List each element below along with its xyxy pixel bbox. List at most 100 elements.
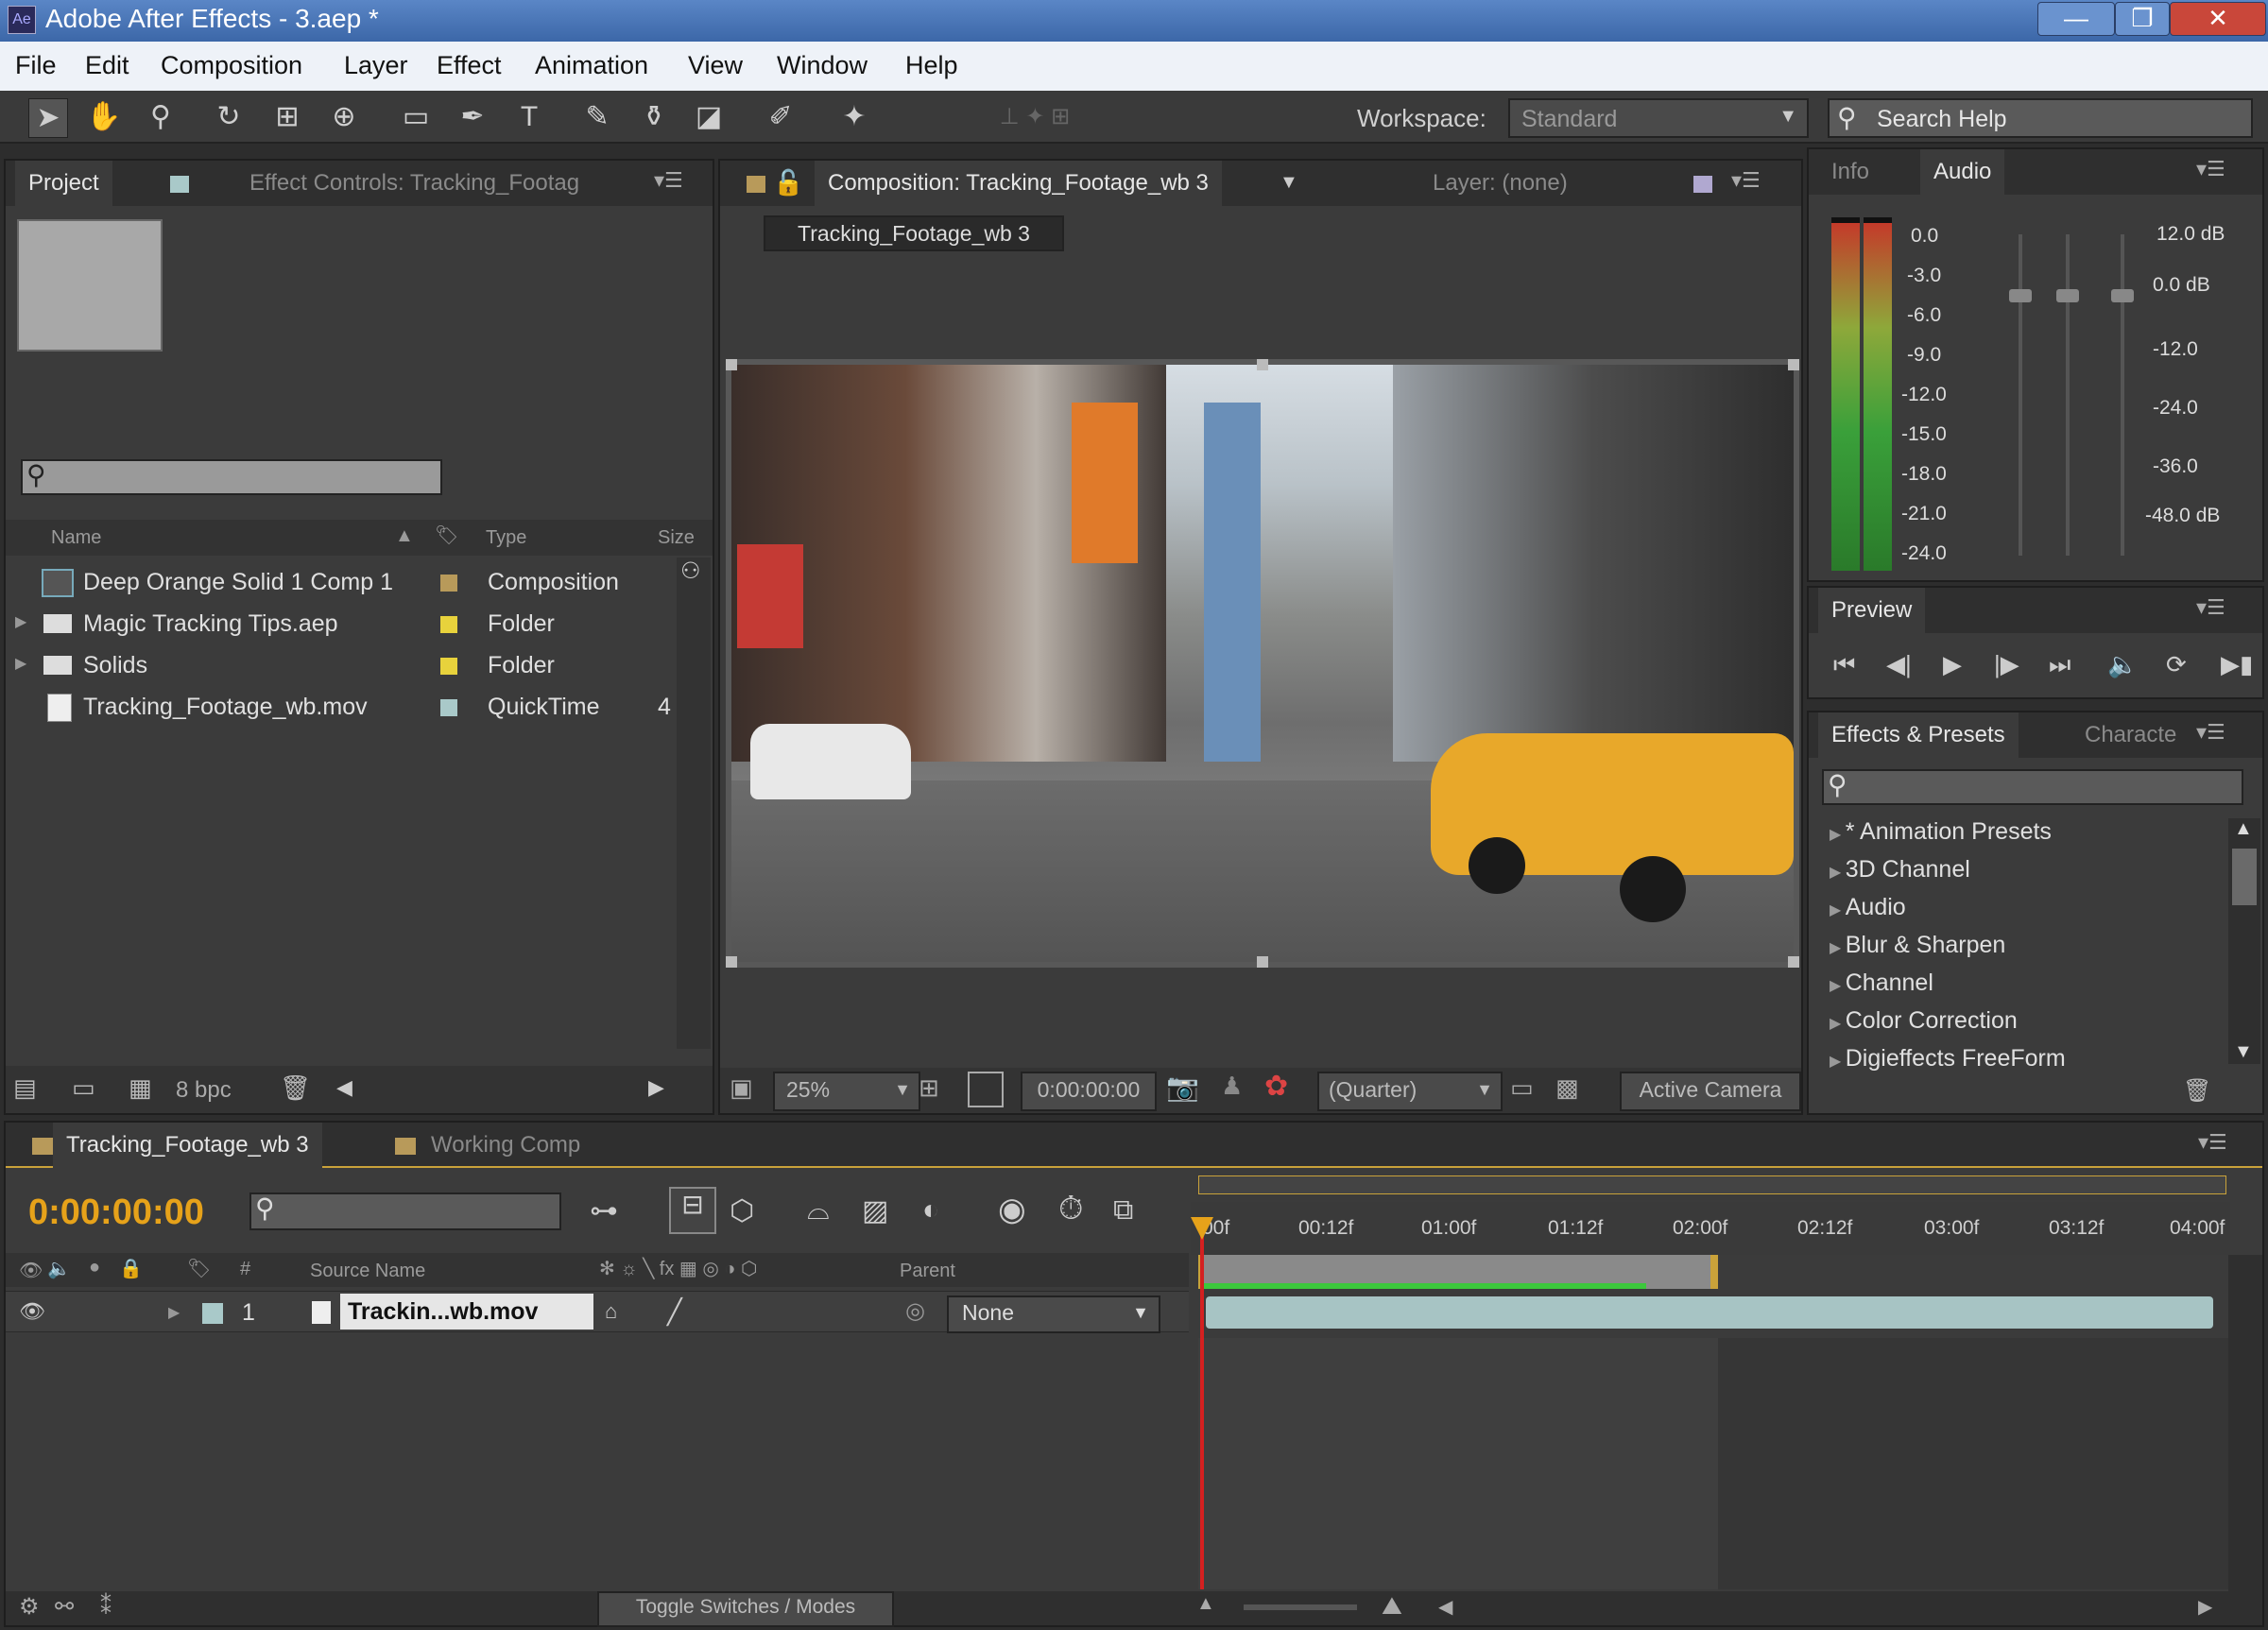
mask-visibility-icon[interactable] xyxy=(968,1072,1004,1107)
camera-tool-icon[interactable]: ⊞ xyxy=(268,98,306,136)
list-item[interactable]: ▶ Digieffects FreeForm xyxy=(1830,1045,2066,1081)
list-item[interactable]: Deep Orange Solid 1 Comp 1 Composition xyxy=(6,561,667,603)
tab-tracking-footage-comp[interactable]: Tracking_Footage_wb 3 xyxy=(53,1123,322,1168)
close-button[interactable]: ✕ xyxy=(2170,2,2266,36)
roto-brush-icon[interactable]: ✐ xyxy=(762,98,799,136)
pen-tool-icon[interactable]: ✒ xyxy=(454,98,491,136)
interpret-footage-icon[interactable]: ▤ xyxy=(13,1073,37,1103)
label-swatch[interactable] xyxy=(202,1303,223,1324)
anchor-handle[interactable] xyxy=(726,359,737,370)
expand-arrow-icon[interactable]: ▶ xyxy=(15,654,26,673)
pick-whip-icon[interactable]: ◎ xyxy=(905,1297,925,1325)
brainstorm-icon[interactable]: ◉ xyxy=(998,1191,1026,1228)
timeline-timecode[interactable]: 0:00:00:00 xyxy=(28,1192,204,1233)
zoom-out-icon[interactable]: ▲ xyxy=(1196,1593,1215,1615)
tab-layer[interactable]: Layer: (none) xyxy=(1419,161,1581,206)
menu-layer[interactable]: Layer xyxy=(344,51,408,80)
color-channels-icon[interactable]: ✿ xyxy=(1264,1070,1288,1103)
list-item[interactable]: ▶ Channel xyxy=(1830,969,1933,1005)
shy-switch-icon[interactable]: ⌂ xyxy=(605,1299,617,1324)
play-icon[interactable]: ▶ xyxy=(1943,650,1962,679)
search-help-field[interactable]: ⚲ Search Help xyxy=(1828,98,2253,138)
anchor-handle[interactable] xyxy=(1257,359,1268,370)
trash-icon[interactable]: 🗑 xyxy=(2183,1077,2211,1105)
motion-blur-icon[interactable]: ◐ xyxy=(922,1194,939,1227)
toggle-switches-icon[interactable]: ⚙ xyxy=(19,1593,40,1621)
menu-view[interactable]: View xyxy=(688,51,743,80)
composition-mini-flowchart-icon[interactable]: ⊶ xyxy=(590,1194,618,1227)
panel-menu-icon[interactable]: ▾☰ xyxy=(1731,168,1761,193)
layer-name[interactable]: Trackin...wb.mov xyxy=(340,1294,593,1330)
flowchart-icon[interactable]: ⚇ xyxy=(680,558,701,585)
time-navigator[interactable] xyxy=(1198,1175,2226,1194)
panel-menu-icon[interactable]: ▾☰ xyxy=(654,168,683,193)
lock-icon[interactable]: 🔓 xyxy=(773,168,803,197)
toggle-switches-modes-button[interactable]: Toggle Switches / Modes xyxy=(597,1591,894,1627)
draft-3d-icon[interactable]: ⬡ xyxy=(730,1194,754,1227)
effects-scrollbar[interactable]: ▲ ▼ xyxy=(2228,818,2260,1064)
anchor-handle[interactable] xyxy=(1257,956,1268,968)
column-name[interactable]: Name xyxy=(51,527,101,549)
work-area-bar[interactable] xyxy=(1198,1255,1718,1289)
tab-working-comp[interactable]: Working Comp xyxy=(418,1123,593,1168)
quality-switch-icon[interactable]: ╱ xyxy=(667,1297,682,1327)
timeline-scrollbar[interactable] xyxy=(2228,1255,2262,1591)
last-frame-icon[interactable]: ⏭ xyxy=(2049,650,2070,680)
column-type[interactable]: Type xyxy=(486,527,526,549)
panel-menu-icon[interactable]: ▾☰ xyxy=(2196,157,2225,181)
anchor-handle[interactable] xyxy=(1788,956,1799,968)
slider-thumb[interactable] xyxy=(2009,289,2032,302)
layer-row[interactable]: 👁 ▶ 1 Trackin...wb.mov ⌂ ╱ ◎ None ▼ xyxy=(6,1291,1189,1333)
menu-animation[interactable]: Animation xyxy=(535,51,648,80)
project-search-input[interactable]: ⚲ xyxy=(21,459,442,495)
list-item[interactable]: ▶ * Animation Presets xyxy=(1830,818,2052,854)
tab-project[interactable]: Project xyxy=(15,161,112,206)
rotation-tool-icon[interactable]: ↻ xyxy=(210,98,248,136)
magnification-select[interactable]: 25% ▼ xyxy=(773,1072,920,1111)
toggle-in-out-icon[interactable]: ⁑ xyxy=(100,1593,112,1621)
tab-composition[interactable]: Composition: Tracking_Footage_wb 3 xyxy=(815,161,1222,206)
tab-effect-controls[interactable]: Effect Controls: Tracking_Footag xyxy=(236,161,669,206)
anchor-handle[interactable] xyxy=(726,956,737,968)
anchor-handle[interactable] xyxy=(1788,359,1799,370)
composition-navigator-button[interactable]: Tracking_Footage_wb 3 xyxy=(764,215,1064,251)
rectangle-tool-icon[interactable]: ▭ xyxy=(397,98,435,136)
pan-behind-tool-icon[interactable]: ⊕ xyxy=(325,98,363,136)
panel-menu-icon[interactable]: ▾☰ xyxy=(2196,595,2225,620)
scroll-right-icon[interactable]: ▶ xyxy=(648,1075,664,1100)
menu-effect[interactable]: Effect xyxy=(437,51,502,80)
slider-thumb[interactable] xyxy=(2111,289,2134,302)
workspace-select[interactable]: Standard ▼ xyxy=(1508,98,1809,138)
resolution-select[interactable]: (Quarter) ▼ xyxy=(1317,1072,1503,1111)
slider-thumb[interactable] xyxy=(2056,289,2079,302)
clone-stamp-icon[interactable]: ⚱ xyxy=(635,98,673,136)
axis-mode-icons[interactable]: ⊥ ✦ ⊞ xyxy=(983,98,1087,136)
frame-blending-icon[interactable]: ▨ xyxy=(862,1194,888,1227)
tab-effects-presets[interactable]: Effects & Presets xyxy=(1818,712,2019,758)
expand-arrow-icon[interactable]: ▶ xyxy=(168,1303,180,1322)
scroll-down-icon[interactable]: ▼ xyxy=(2234,1041,2253,1063)
list-item[interactable]: ▶ Color Correction xyxy=(1830,1007,2018,1043)
column-source-name[interactable]: Source Name xyxy=(310,1261,425,1282)
current-time-indicator[interactable] xyxy=(1191,1217,1213,1589)
brush-tool-icon[interactable]: ✎ xyxy=(578,98,616,136)
hand-tool-icon[interactable]: ✋ xyxy=(85,98,123,136)
type-tool-icon[interactable]: T xyxy=(510,98,548,136)
project-scrollbar[interactable]: ⚇ xyxy=(677,558,711,1049)
current-time-field[interactable]: 0:00:00:00 xyxy=(1021,1072,1157,1111)
safe-zones-icon[interactable]: ⊞ xyxy=(919,1073,939,1103)
tab-preview[interactable]: Preview xyxy=(1818,588,1926,633)
selection-tool-icon[interactable]: ➤ xyxy=(28,98,68,138)
trash-icon[interactable]: 🗑 xyxy=(280,1073,311,1103)
list-item[interactable]: ▶ Magic Tracking Tips.aep Folder xyxy=(6,603,667,644)
parent-select[interactable]: None ▼ xyxy=(947,1295,1160,1333)
first-frame-icon[interactable]: ⏮ xyxy=(1833,650,1855,680)
eraser-icon[interactable]: ◪ xyxy=(690,98,728,136)
next-frame-icon[interactable]: |▶ xyxy=(1994,650,2019,679)
live-update-icon[interactable]: ⊟ xyxy=(669,1187,716,1234)
new-folder-icon[interactable]: ▭ xyxy=(72,1073,95,1103)
show-snapshot-icon[interactable]: ♟ xyxy=(1221,1072,1243,1101)
timeline-search-input[interactable]: ⚲ xyxy=(249,1192,561,1230)
eye-icon[interactable]: 👁 xyxy=(19,1299,45,1324)
maximize-button[interactable]: ❐ xyxy=(2115,2,2170,36)
